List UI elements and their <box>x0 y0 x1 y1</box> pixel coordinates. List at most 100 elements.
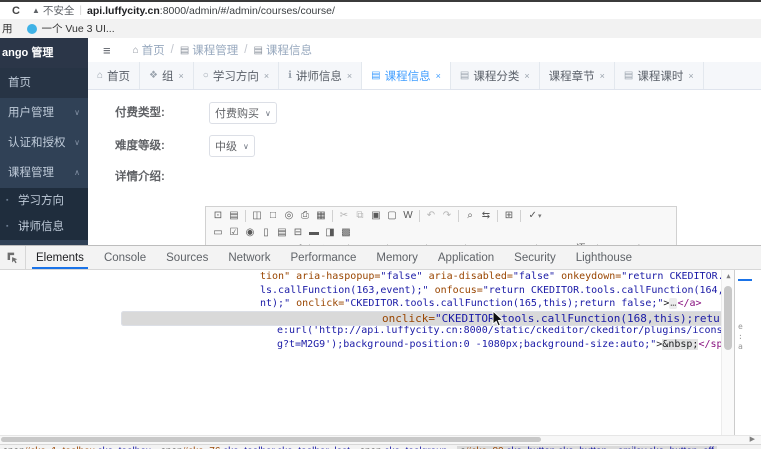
tab-course-category[interactable]: ▤ 课程分类 × <box>451 62 540 89</box>
url-host[interactable]: api.luffycity.cn <box>87 5 160 17</box>
hamburger-icon[interactable]: ≡ <box>103 43 111 58</box>
sidebar-item-users[interactable]: 用户管理 ∨ <box>0 98 88 128</box>
preview-icon[interactable]: ◎ <box>281 209 297 223</box>
breadcrumb-item[interactable]: 课程信息 <box>266 42 312 58</box>
select-field-icon[interactable]: ⊟ <box>290 226 306 240</box>
find-icon[interactable]: ⌕ <box>462 209 478 223</box>
doc-props-icon[interactable]: ▦ <box>313 209 329 223</box>
close-icon[interactable]: × <box>347 71 352 81</box>
radio-icon[interactable]: ◉ <box>242 226 258 240</box>
screen: › C ▲ 不安全 | api.luffycity.cn :8000/admin… <box>0 0 761 449</box>
forward-arrow-icon[interactable]: › <box>0 5 8 17</box>
tab-study-direction[interactable]: ○ 学习方向 × <box>194 62 280 89</box>
code-line[interactable]: e:url('http://api.luffycity.cn:8000/stat… <box>0 324 761 338</box>
code-line[interactable]: onclick= "CKEDITOR.tools.callFunction(168… <box>121 310 761 327</box>
tab-course-chapter[interactable]: 课程章节 × <box>540 62 615 89</box>
bookmark-title[interactable]: 一个 Vue 3 UI... <box>42 21 115 36</box>
close-icon[interactable]: × <box>600 71 605 81</box>
redo-icon[interactable]: ↷ <box>439 209 455 223</box>
tab-groups[interactable]: ❖ 组 × <box>140 62 194 89</box>
checkbox-icon[interactable]: ☑ <box>226 226 242 240</box>
apps-label[interactable]: 用 <box>2 21 13 36</box>
tab-icon: ▤ <box>623 70 634 81</box>
replace-icon[interactable]: ⇆ <box>478 209 494 223</box>
url-path[interactable]: :8000/admin/#/admin/courses/course/ <box>160 5 335 17</box>
devtools-vertical-scrollbar[interactable]: ▲ <box>721 270 735 435</box>
source-icon[interactable]: ⊡ <box>210 209 226 223</box>
devtools-tab-application[interactable]: Application <box>428 246 504 269</box>
close-icon[interactable]: × <box>436 71 441 81</box>
devtools-tab-elements[interactable]: Elements <box>26 246 94 269</box>
inspect-element-icon[interactable] <box>0 246 26 269</box>
toolbar-separator <box>497 209 498 222</box>
chevron-down-icon: ∨ <box>243 141 249 151</box>
form-icon[interactable]: ▭ <box>210 226 226 240</box>
sidebar-subitem-teacher-info[interactable]: ▪ 讲师信息 <box>0 214 88 240</box>
sidebar-brand: ango 管理 <box>0 38 88 68</box>
devtools-horizontal-scrollbar[interactable]: ▶ <box>0 435 761 444</box>
code-line[interactable]: nt);" onclick="CKEDITOR.tools.callFuncti… <box>0 297 761 311</box>
image-button-icon[interactable]: ◨ <box>322 226 338 240</box>
pay-type-select[interactable]: 付费购买 ∨ <box>209 102 277 124</box>
devtools-tab-sources[interactable]: Sources <box>156 246 218 269</box>
devtools-styles-pane: e : a <box>734 270 761 435</box>
tab-course-info[interactable]: ▤ 课程信息 × <box>362 62 451 89</box>
elements-tree[interactable]: tion" aria-haspopup="false" aria-disable… <box>0 270 761 435</box>
new-page-icon[interactable]: □ <box>265 209 281 223</box>
scroll-right-icon[interactable]: ▶ <box>750 435 755 443</box>
vertical-scroll-thumb[interactable] <box>724 286 732 350</box>
styles-fragment: : <box>738 332 743 341</box>
horizontal-scroll-thumb[interactable] <box>1 437 541 442</box>
tab-icon: ⌂ <box>97 70 104 81</box>
devtools-tab-console[interactable]: Console <box>94 246 156 269</box>
select-all-icon[interactable]: ⊞ <box>501 209 517 223</box>
breadcrumb-item[interactable]: 课程管理 <box>192 42 238 58</box>
breadcrumb-item[interactable]: 首页 <box>142 42 165 58</box>
security-label[interactable]: 不安全 <box>43 3 75 18</box>
sidebar-subitem-study-direction[interactable]: ▪ 学习方向 <box>0 188 88 214</box>
spellcheck-icon[interactable]: ✓▾ <box>524 209 546 223</box>
code-line[interactable]: tion" aria-haspopup="false" aria-disable… <box>0 270 761 284</box>
devtools-tab-security[interactable]: Security <box>504 246 566 269</box>
close-icon[interactable]: × <box>688 71 693 81</box>
close-icon[interactable]: × <box>524 71 529 81</box>
code-line[interactable]: g?t=M2G9');background-position:0 -1080px… <box>0 338 761 352</box>
sidebar-item-auth[interactable]: 认证和授权 ∨ <box>0 128 88 158</box>
devtools-tab-memory[interactable]: Memory <box>366 246 428 269</box>
button-field-icon[interactable]: ▬ <box>306 226 322 240</box>
devtools-tab-bar: Elements Console Sources Network Performance… <box>0 246 761 270</box>
print-icon[interactable]: ⎙ <box>297 209 313 223</box>
sidebar-item-courses[interactable]: 课程管理 ∧ <box>0 158 88 188</box>
bookmark-favicon <box>26 23 37 34</box>
copy-icon[interactable]: ⧉ <box>352 209 368 223</box>
paste-icon[interactable]: ▣ <box>368 209 384 223</box>
reload-icon[interactable]: C <box>8 5 24 17</box>
not-secure-warning-icon: ▲ <box>32 6 40 15</box>
save-icon[interactable]: ◫ <box>249 209 265 223</box>
cut-icon[interactable]: ✂ <box>336 209 352 223</box>
close-icon[interactable]: × <box>179 71 184 81</box>
hidden-field-icon[interactable]: ▩ <box>338 226 354 240</box>
toolbar-separator <box>332 209 333 222</box>
sidebar: ango 管理 首页 用户管理 ∨ 认证和授权 ∨ 课程管理 ∧ ▪ 学习方向 ▪ 讲师信息 <box>0 38 88 245</box>
difficulty-value: 中级 <box>215 141 237 153</box>
field-label-difficulty: 难度等级: <box>115 140 165 152</box>
paste-text-icon[interactable]: ▢ <box>384 209 400 223</box>
close-icon[interactable]: × <box>264 71 269 81</box>
difficulty-select[interactable]: 中级 ∨ <box>209 135 255 157</box>
tab-course-lesson[interactable]: ▤ 课程课时 × <box>615 62 704 89</box>
tab-teacher-info[interactable]: ℹ 讲师信息 × <box>279 62 363 89</box>
textfield-icon[interactable]: ▯ <box>258 226 274 240</box>
devtools-tab-network[interactable]: Network <box>218 246 280 269</box>
undo-icon[interactable]: ↶ <box>423 209 439 223</box>
code-line[interactable]: ls.callFunction(163,event);" onfocus="re… <box>0 284 761 298</box>
toolbar-separator <box>245 209 246 222</box>
devtools-tab-performance[interactable]: Performance <box>281 246 367 269</box>
textarea-icon[interactable]: ▤ <box>274 226 290 240</box>
paste-word-icon[interactable]: W <box>400 209 416 223</box>
sidebar-item-home[interactable]: 首页 <box>0 68 88 98</box>
devtools-tab-lighthouse[interactable]: Lighthouse <box>566 246 642 269</box>
templates-icon[interactable]: ▤ <box>226 209 242 223</box>
devtools-panel: Elements Console Sources Network Performance… <box>0 245 761 449</box>
tab-home[interactable]: ⌂ 首页 <box>88 62 141 89</box>
